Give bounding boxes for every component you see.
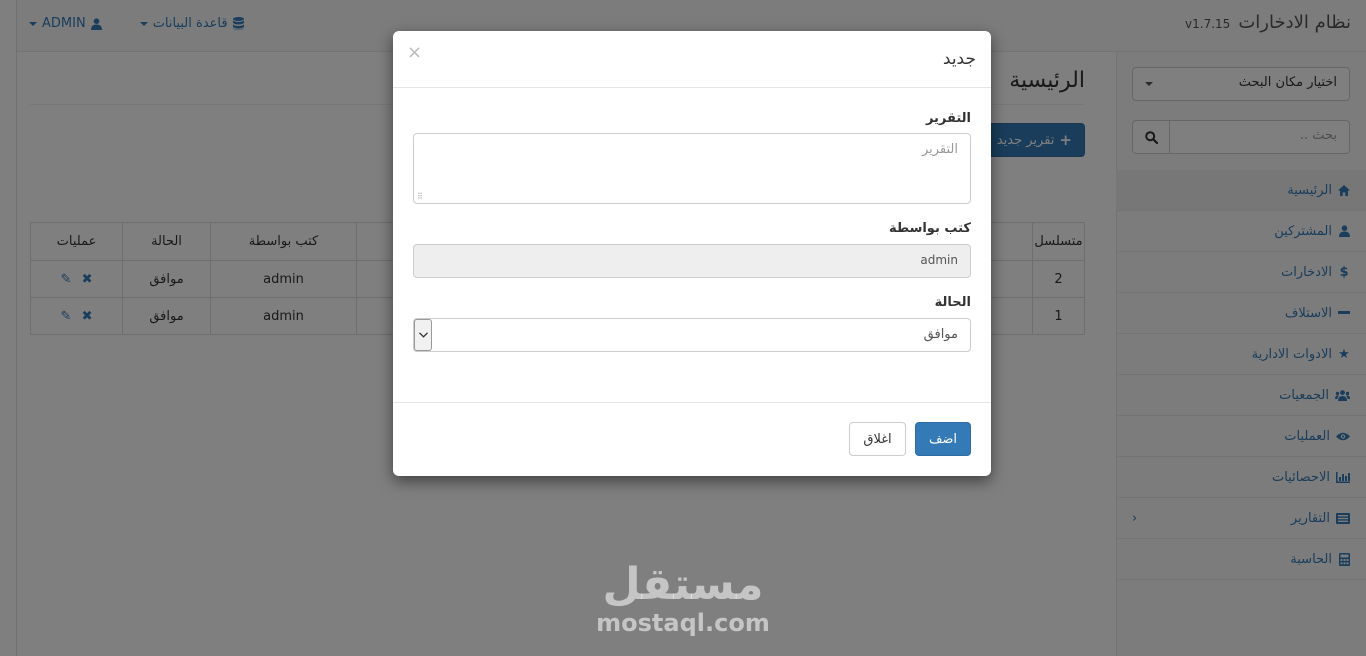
watermark-logo: مستقل mostaql.com — [590, 559, 776, 637]
status-select-value: موافق — [923, 327, 958, 342]
report-placeholder: التقرير — [921, 142, 958, 157]
status-select[interactable]: موافق — [413, 318, 971, 352]
watermark-latin: mostaql.com — [596, 609, 770, 637]
close-icon[interactable]: × — [407, 44, 422, 62]
report-textarea[interactable]: التقرير ⠿ — [413, 133, 971, 204]
resize-handle-icon[interactable]: ⠿ — [417, 192, 423, 201]
modal-footer: اضف اغلاق — [393, 402, 991, 476]
add-button[interactable]: اضف — [915, 422, 971, 456]
modal-header: جديد × — [393, 31, 991, 88]
close-button[interactable]: اغلاق — [849, 422, 906, 456]
chevron-down-icon — [414, 319, 432, 351]
report-label: التقرير — [925, 111, 971, 126]
modal-title: جديد — [942, 49, 976, 69]
written-by-label: كتب بواسطة — [889, 221, 971, 236]
new-report-modal: جديد × التقرير التقرير ⠿ كتب بواسطة admi… — [393, 31, 991, 476]
status-label: الحالة — [934, 295, 971, 310]
watermark-arabic: مستقل — [602, 559, 764, 610]
written-by-field: admin — [413, 244, 971, 278]
